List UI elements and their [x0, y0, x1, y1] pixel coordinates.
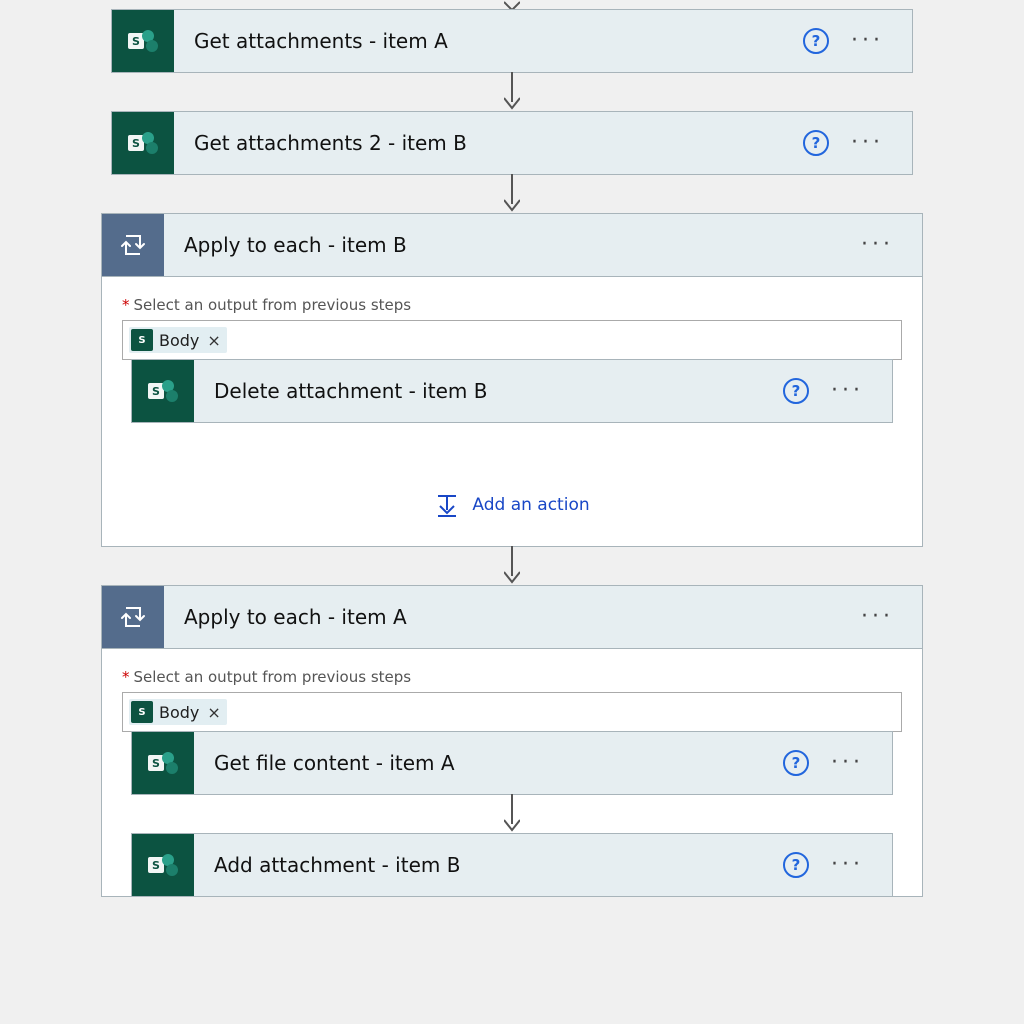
sharepoint-icon: S: [112, 10, 174, 72]
ellipsis-icon[interactable]: ···: [851, 132, 884, 154]
ellipsis-icon[interactable]: ···: [831, 380, 864, 402]
remove-token-icon[interactable]: ×: [205, 331, 220, 350]
flow-arrow: [504, 546, 520, 586]
container-title: Apply to each - item A: [164, 605, 861, 629]
ellipsis-icon[interactable]: ···: [861, 606, 894, 628]
step-get-file-content-a[interactable]: S Get file content - item A ? ···: [132, 732, 892, 794]
flow-arrow: [504, 174, 520, 214]
sharepoint-icon: S: [132, 360, 194, 422]
token-label: Body: [159, 331, 199, 350]
step-title: Get attachments - item A: [174, 29, 803, 53]
step-title: Add attachment - item B: [194, 853, 783, 877]
svg-text:S: S: [132, 137, 140, 150]
sharepoint-icon: S: [131, 329, 153, 351]
container-apply-to-each-b[interactable]: Apply to each - item B ··· *Select an ou…: [102, 214, 922, 546]
output-token-field[interactable]: S Body ×: [122, 692, 902, 732]
svg-text:S: S: [152, 859, 160, 872]
ellipsis-icon[interactable]: ···: [831, 752, 864, 774]
token-label: Body: [159, 703, 199, 722]
sharepoint-icon: S: [131, 701, 153, 723]
flow-arrow: [504, 72, 520, 112]
help-icon[interactable]: ?: [783, 750, 809, 776]
sharepoint-icon: S: [132, 834, 194, 896]
container-title: Apply to each - item B: [164, 233, 861, 257]
add-action-label: Add an action: [472, 495, 589, 515]
loop-icon: [102, 214, 164, 276]
add-action-button[interactable]: Add an action: [122, 492, 902, 518]
step-add-attachment-b[interactable]: S Add attachment - item B ? ···: [132, 834, 892, 896]
step-get-attachments-b[interactable]: S Get attachments 2 - item B ? ···: [112, 112, 912, 174]
help-icon[interactable]: ?: [783, 852, 809, 878]
sharepoint-icon: S: [112, 112, 174, 174]
dynamic-token-body[interactable]: S Body ×: [129, 327, 227, 353]
field-label: *Select an output from previous steps: [122, 296, 902, 314]
step-title: Delete attachment - item B: [194, 379, 783, 403]
dynamic-token-body[interactable]: S Body ×: [129, 699, 227, 725]
step-title: Get attachments 2 - item B: [174, 131, 803, 155]
loop-icon: [102, 586, 164, 648]
step-title: Get file content - item A: [194, 751, 783, 775]
step-get-attachments-a[interactable]: S Get attachments - item A ? ···: [112, 10, 912, 72]
sharepoint-icon: S: [132, 732, 194, 794]
ellipsis-icon[interactable]: ···: [851, 30, 884, 52]
field-label: *Select an output from previous steps: [122, 668, 902, 686]
help-icon[interactable]: ?: [803, 28, 829, 54]
ellipsis-icon[interactable]: ···: [861, 234, 894, 256]
ellipsis-icon[interactable]: ···: [831, 854, 864, 876]
svg-text:S: S: [152, 385, 160, 398]
help-icon[interactable]: ?: [783, 378, 809, 404]
step-delete-attachment-b[interactable]: S Delete attachment - item B ? ···: [132, 360, 892, 422]
output-token-field[interactable]: S Body ×: [122, 320, 902, 360]
remove-token-icon[interactable]: ×: [205, 703, 220, 722]
container-apply-to-each-a[interactable]: Apply to each - item A ··· *Select an ou…: [102, 586, 922, 896]
flow-arrow-top: [504, 0, 520, 10]
flow-arrow: [122, 794, 902, 834]
svg-text:S: S: [152, 757, 160, 770]
svg-text:S: S: [132, 35, 140, 48]
add-action-icon: [434, 492, 460, 518]
help-icon[interactable]: ?: [803, 130, 829, 156]
